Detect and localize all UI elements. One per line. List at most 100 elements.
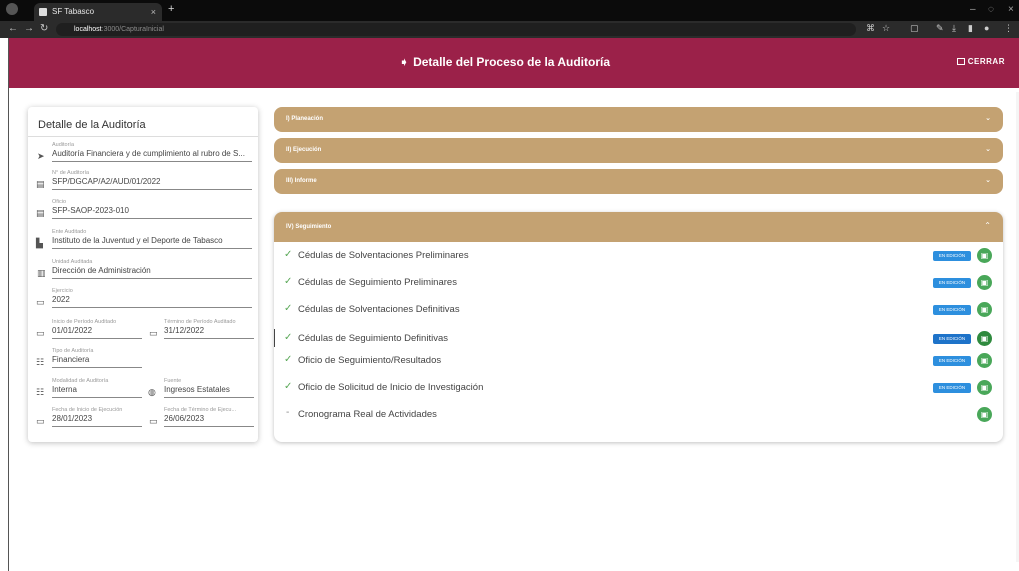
termino-periodo-label: Término de Período Auditado bbox=[164, 319, 236, 325]
forward-icon[interactable]: → bbox=[24, 23, 34, 34]
field-underline bbox=[164, 397, 254, 398]
modalidad-field: Modalidad de Auditoría Interna bbox=[52, 378, 142, 398]
list-item-label: Cédulas de Seguimiento Definitivas bbox=[298, 333, 448, 344]
inicio-ejecucion-label: Fecha de Inicio de Ejecución bbox=[52, 407, 123, 413]
accordion-ejecucion[interactable]: II) Ejecución ⌄ bbox=[274, 138, 1003, 163]
document-action-icon[interactable]: ▣ bbox=[977, 248, 992, 263]
extensions-puzzle-icon[interactable]: ✎ bbox=[936, 23, 944, 34]
browser-menu-icon[interactable] bbox=[6, 3, 18, 15]
unidad-auditada-label: Unidad Auditada bbox=[52, 259, 93, 265]
field-underline bbox=[52, 307, 252, 308]
inicio-ejecucion-value: 28/01/2023 bbox=[52, 414, 93, 423]
tipo-auditoria-field: Tipo de Auditoría Financiera bbox=[52, 348, 142, 368]
check-icon: ✓ bbox=[284, 381, 293, 392]
window-minimize-button[interactable]: – bbox=[970, 4, 976, 15]
chevron-down-icon: ⌄ bbox=[985, 177, 991, 184]
page-title: ➧ Detalle del Proceso de la Auditoría bbox=[399, 55, 610, 69]
ente-auditado-label: Ente Auditado bbox=[52, 229, 87, 235]
document-action-icon[interactable]: ▣ bbox=[977, 331, 992, 346]
status-badge: EN EDICIÓN bbox=[933, 251, 971, 261]
new-tab-button[interactable]: + bbox=[168, 3, 174, 15]
tab-close-icon[interactable]: × bbox=[151, 3, 156, 21]
status-badge: EN EDICIÓN bbox=[933, 305, 971, 315]
status-badge: EN EDICIÓN bbox=[933, 383, 971, 393]
accordion-seguimiento: IV) Seguimiento ⌃ ✓ Cédulas de Solventac… bbox=[274, 212, 1003, 442]
check-icon: ✓ bbox=[284, 276, 293, 287]
list-icon: ☷ bbox=[36, 387, 45, 397]
arrow-right-icon: ➧ bbox=[399, 55, 410, 69]
url-host: localhost bbox=[74, 26, 102, 33]
downloads-icon[interactable]: ⤓ bbox=[952, 23, 956, 34]
accordion-ejecucion-title: II) Ejecución bbox=[286, 147, 322, 153]
page-title-text: Detalle del Proceso de la Auditoría bbox=[413, 55, 611, 69]
cerrar-button[interactable]: CERRAR bbox=[956, 57, 1005, 66]
list-item[interactable]: ✓ Oficio de Solicitud de Inicio de Inves… bbox=[274, 378, 1003, 398]
auditoria-field: Auditoría Auditoría Financiera y de cump… bbox=[52, 142, 252, 162]
list-item[interactable]: ✓ Cédulas de Seguimiento Preliminares EN… bbox=[274, 273, 1003, 293]
reload-icon[interactable]: ↻ bbox=[40, 23, 48, 34]
termino-periodo-field: Término de Período Auditado 31/12/2022 bbox=[164, 319, 254, 339]
ejercicio-field: Ejercicio 2022 bbox=[52, 288, 252, 308]
accordion-planeacion[interactable]: I) Planeación ⌄ bbox=[274, 107, 1003, 132]
list-icon: ☷ bbox=[36, 357, 45, 367]
field-underline bbox=[52, 367, 142, 368]
pending-dash-icon: - bbox=[286, 407, 290, 418]
fuente-label: Fuente bbox=[164, 378, 182, 384]
termino-ejecucion-value: 26/06/2023 bbox=[164, 414, 205, 423]
window-close-button[interactable]: × bbox=[1008, 4, 1014, 15]
field-underline bbox=[52, 218, 252, 219]
bookmark-star-icon[interactable]: ☆ bbox=[882, 23, 890, 34]
office-icon: ▥ bbox=[37, 268, 46, 278]
modalidad-value: Interna bbox=[52, 385, 77, 394]
inicio-ejecucion-field: Fecha de Inicio de Ejecución 28/01/2023 bbox=[52, 407, 142, 427]
profile-icon[interactable]: ● bbox=[984, 23, 989, 33]
back-icon[interactable]: ← bbox=[8, 23, 18, 34]
add-document-icon[interactable]: ▣ bbox=[977, 407, 992, 422]
extension-icon[interactable]: ▢ bbox=[910, 23, 919, 34]
list-item-label: Cronograma Real de Actividades bbox=[298, 409, 437, 420]
url-path: :3000/CapturaInicial bbox=[101, 26, 164, 33]
field-underline bbox=[52, 397, 142, 398]
browser-menu-dots-icon[interactable]: ⋮ bbox=[1004, 23, 1013, 34]
oficio-value: SFP-SAOP-2023-010 bbox=[52, 206, 129, 215]
list-item[interactable]: ✓ Oficio de Seguimiento/Resultados EN ED… bbox=[274, 351, 1003, 371]
ente-auditado-field: Ente Auditado Instituto de la Juventud y… bbox=[52, 229, 252, 249]
document-action-icon[interactable]: ▣ bbox=[977, 353, 992, 368]
list-item-label: Oficio de Seguimiento/Resultados bbox=[298, 355, 442, 366]
translate-icon[interactable]: ⌘ bbox=[866, 23, 875, 34]
accordion-planeacion-title: I) Planeación bbox=[286, 116, 324, 122]
oficio-label: Oficio bbox=[52, 199, 67, 205]
check-icon: ✓ bbox=[284, 332, 293, 343]
inicio-periodo-field: Inicio de Período Auditado 01/01/2022 bbox=[52, 319, 142, 339]
browser-tab[interactable]: SF Tabasco × bbox=[34, 3, 162, 21]
close-window-icon bbox=[956, 58, 965, 65]
detail-card-title: Detalle de la Auditoría bbox=[38, 119, 146, 131]
list-item[interactable]: ✓ Cédulas de Seguimiento Definitivas EN … bbox=[274, 329, 1003, 349]
field-underline bbox=[52, 338, 142, 339]
calendar-icon: ▭ bbox=[36, 328, 45, 338]
accordion-informe[interactable]: III) Informe ⌄ bbox=[274, 169, 1003, 194]
field-underline bbox=[52, 189, 252, 190]
window-restore-button[interactable]: ◌ bbox=[988, 4, 994, 15]
list-item[interactable]: ✓ Cédulas de Solventaciones Preliminares… bbox=[274, 246, 1003, 266]
address-bar[interactable]: localhost:3000/CapturaInicial bbox=[56, 23, 856, 36]
calendar-icon: ▭ bbox=[149, 328, 158, 338]
tab-favicon-icon bbox=[39, 8, 47, 16]
chevron-down-icon: ⌄ bbox=[985, 146, 991, 153]
field-underline bbox=[52, 278, 252, 279]
field-underline bbox=[164, 338, 254, 339]
accordion-seguimiento-header[interactable]: IV) Seguimiento ⌃ bbox=[274, 212, 1003, 242]
document-action-icon[interactable]: ▣ bbox=[977, 380, 992, 395]
list-item[interactable]: ✓ Cédulas de Solventaciones Definitivas … bbox=[274, 300, 1003, 320]
chevron-down-icon: ⌄ bbox=[985, 115, 991, 122]
list-item[interactable]: - Cronograma Real de Actividades ▣ bbox=[274, 405, 1003, 425]
status-badge: EN EDICIÓN bbox=[933, 278, 971, 288]
document-action-icon[interactable]: ▣ bbox=[977, 275, 992, 290]
document-action-icon[interactable]: ▣ bbox=[977, 302, 992, 317]
numero-auditoria-label: N° de Auditoría bbox=[52, 170, 90, 176]
numero-auditoria-value: SFP/DGCAP/A2/AUD/01/2022 bbox=[52, 177, 161, 186]
id-card-icon: ▤ bbox=[36, 208, 45, 218]
divider bbox=[28, 136, 258, 137]
sidebar-icon[interactable]: ▮ bbox=[968, 23, 973, 34]
arrow-right-icon: ➤ bbox=[37, 151, 45, 161]
